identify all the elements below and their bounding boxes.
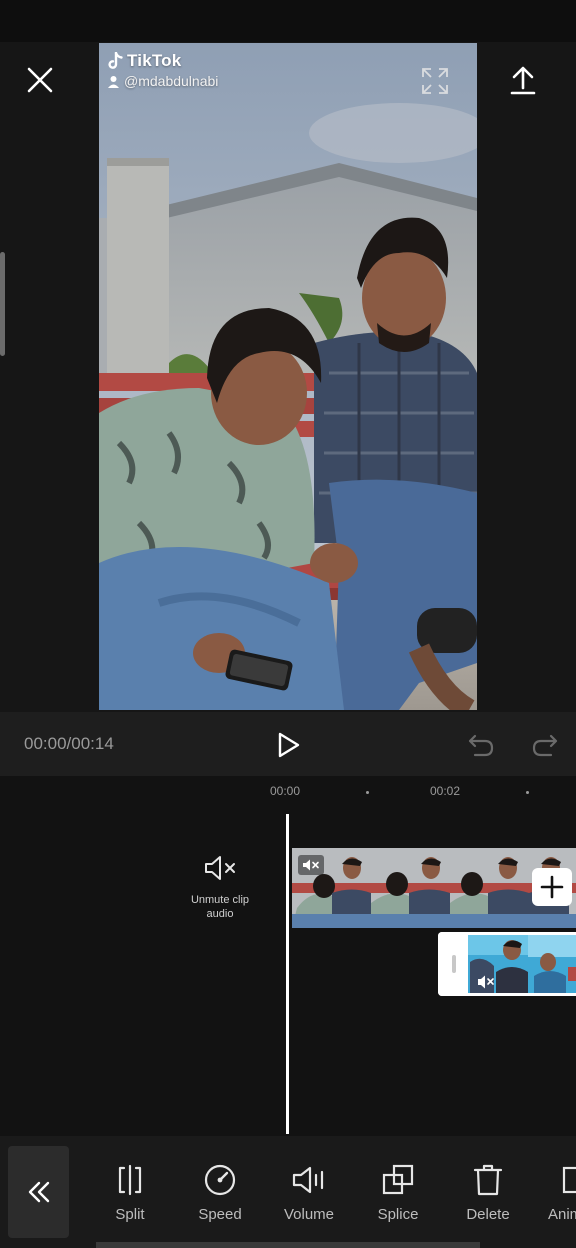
unmute-clip-audio-label: Unmute clip audio (190, 894, 250, 920)
split-icon (118, 1164, 142, 1196)
splice-tool[interactable]: Splice (358, 1160, 438, 1223)
volume-tool[interactable]: Volume (269, 1160, 349, 1223)
split-tool[interactable]: Split (90, 1160, 170, 1223)
home-indicator (96, 1242, 480, 1248)
video-preview[interactable] (99, 43, 477, 710)
tiktok-username: @mdabdulnabi (124, 73, 219, 89)
double-chevron-left-icon (28, 1181, 49, 1203)
split-label: Split (115, 1206, 145, 1223)
side-scrollbar[interactable] (0, 252, 5, 356)
upload-icon (510, 66, 536, 95)
clip-muted-badge (298, 855, 324, 875)
undo-icon (468, 734, 494, 757)
fullscreen-icon (422, 68, 448, 94)
fullscreen-button[interactable] (416, 62, 454, 100)
overlay-clip[interactable] (438, 932, 576, 996)
play-icon (278, 732, 300, 758)
ruler-tick (526, 791, 529, 794)
tiktok-brand-text: TikTok (127, 51, 182, 70)
overlay-muted-badge (476, 974, 496, 990)
video-frame-image (99, 43, 477, 710)
splice-label: Splice (377, 1206, 419, 1223)
delete-label: Delete (466, 1206, 510, 1223)
playhead[interactable] (286, 814, 289, 1134)
tiktok-watermark: TikTok @mdabdulnabi (107, 51, 218, 89)
animation-icon (562, 1166, 576, 1194)
tiktok-logo-icon (108, 52, 123, 69)
speed-icon (204, 1164, 236, 1196)
ruler-label-start: 00:00 (270, 784, 301, 798)
speed-label: Speed (198, 1206, 242, 1223)
close-button[interactable] (18, 58, 62, 102)
ruler-label-2s: 00:02 (430, 784, 461, 798)
delete-icon (473, 1164, 503, 1196)
redo-icon (532, 734, 558, 757)
export-button[interactable] (500, 58, 546, 104)
redo-button[interactable] (526, 726, 564, 764)
status-bar (0, 0, 576, 42)
user-icon (108, 75, 119, 88)
speed-tool[interactable]: Speed (180, 1160, 260, 1223)
ruler-tick (366, 791, 369, 794)
volume-icon (292, 1166, 324, 1194)
play-button[interactable] (270, 726, 308, 764)
undo-button[interactable] (462, 726, 500, 764)
clip-thumbnail (450, 848, 529, 928)
time-display: 00:00/00:14 (24, 734, 114, 753)
unmute-clip-audio-button[interactable]: Unmute clip audio (180, 854, 260, 921)
close-icon (27, 67, 53, 93)
add-clip-button[interactable] (532, 868, 572, 906)
collapse-toolbar-button[interactable] (8, 1146, 69, 1238)
animation-tool[interactable]: Anim (536, 1160, 576, 1223)
speaker-muted-icon (478, 975, 494, 989)
speaker-muted-icon (205, 856, 235, 880)
plus-icon (540, 875, 564, 899)
speaker-muted-icon (303, 859, 319, 871)
splice-icon (382, 1164, 414, 1195)
animation-label: Anim (548, 1206, 576, 1223)
volume-label: Volume (283, 1206, 335, 1223)
overlay-trim-handle[interactable] (452, 955, 456, 973)
overlay-clip-thumbnails (438, 932, 576, 996)
delete-tool[interactable]: Delete (448, 1160, 528, 1223)
clip-thumbnail (371, 848, 450, 928)
